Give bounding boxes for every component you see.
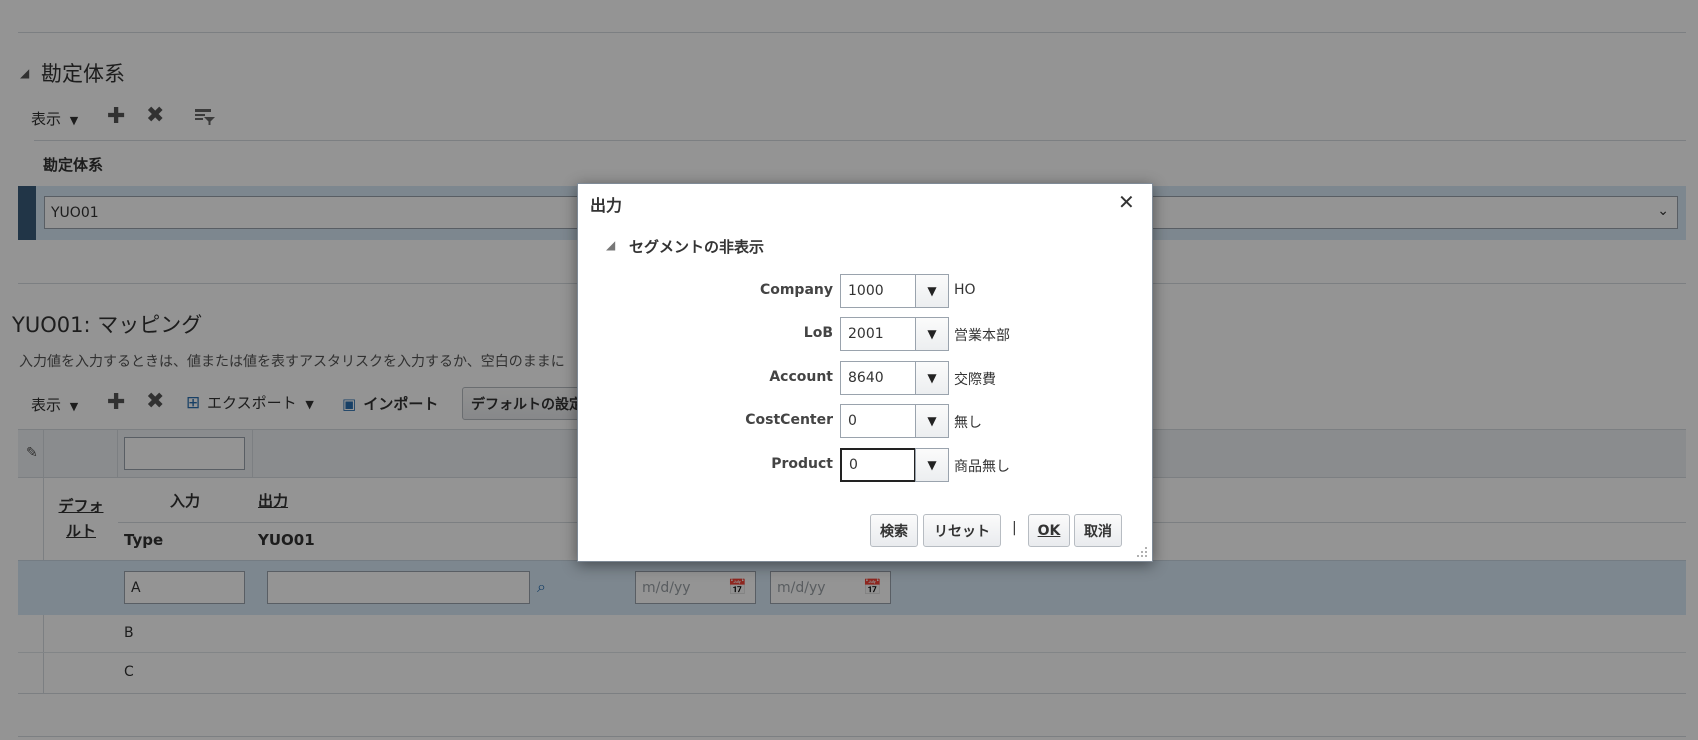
segment-section-toggle[interactable]: ◢ <box>606 238 615 252</box>
product-description: 商品無し <box>954 459 1010 475</box>
reset-button[interactable]: リセット <box>923 514 1001 547</box>
account-description: 交際費 <box>954 372 996 388</box>
product-value: 0 <box>849 457 858 473</box>
costcenter-value: 0 <box>848 413 857 429</box>
output-dialog: 出力 ✕ ◢ セグメントの非表示 Company 1000 ▼ HO LoB 2… <box>577 183 1153 562</box>
costcenter-description: 無し <box>954 415 982 431</box>
close-icon[interactable]: ✕ <box>1118 190 1135 214</box>
product-dropdown[interactable]: ▼ <box>915 448 949 482</box>
product-label: Product <box>771 456 833 472</box>
segment-section-title: セグメントの非表示 <box>629 238 765 256</box>
account-dropdown[interactable]: ▼ <box>915 361 949 395</box>
company-value: 1000 <box>848 283 884 299</box>
chevron-down-icon: ▼ <box>927 284 937 298</box>
lob-value: 2001 <box>848 326 884 342</box>
costcenter-dropdown[interactable]: ▼ <box>915 404 949 438</box>
chevron-down-icon: ▼ <box>927 458 937 472</box>
chevron-down-icon: ▼ <box>927 414 937 428</box>
account-label: Account <box>769 369 833 385</box>
cancel-button[interactable]: 取消 <box>1074 514 1122 547</box>
company-dropdown[interactable]: ▼ <box>915 274 949 308</box>
account-value: 8640 <box>848 370 884 386</box>
ok-button[interactable]: OK <box>1028 514 1070 547</box>
costcenter-label: CostCenter <box>745 412 833 428</box>
lob-dropdown[interactable]: ▼ <box>915 317 949 351</box>
lob-description: 営業本部 <box>954 328 1010 344</box>
costcenter-input[interactable]: 0 <box>840 404 916 438</box>
resize-handle-icon[interactable] <box>1136 543 1148 557</box>
search-button[interactable]: 検索 <box>870 514 918 547</box>
chevron-down-icon: ▼ <box>927 327 937 341</box>
ok-label: OK <box>1037 522 1061 539</box>
company-label: Company <box>759 282 833 298</box>
company-input[interactable]: 1000 <box>840 274 916 308</box>
product-input[interactable]: 0 <box>840 448 916 482</box>
lob-input[interactable]: 2001 <box>840 317 916 351</box>
button-separator: | <box>1012 520 1017 536</box>
chevron-down-icon: ▼ <box>927 371 937 385</box>
company-description: HO <box>954 282 976 298</box>
dialog-title: 出力 <box>590 196 623 215</box>
account-input[interactable]: 8640 <box>840 361 916 395</box>
lob-label: LoB <box>803 325 833 341</box>
